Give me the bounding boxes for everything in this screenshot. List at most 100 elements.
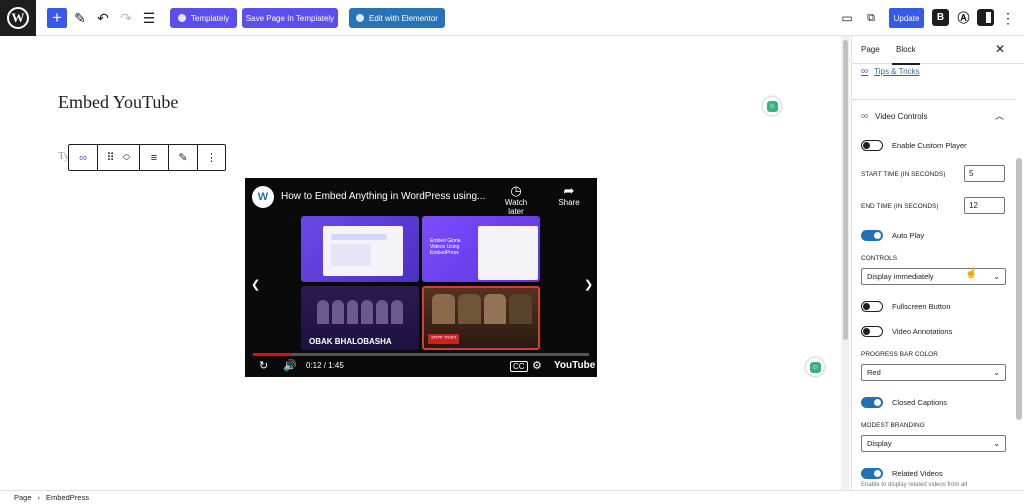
closed-captions-toggle[interactable]	[861, 397, 883, 408]
preview-device-icon[interactable]: ▭	[839, 8, 855, 28]
breadcrumb-page[interactable]: Page	[14, 493, 32, 502]
closed-captions-row: Closed Captions	[861, 397, 947, 408]
undo-icon[interactable]: ↶	[95, 8, 111, 28]
youtube-embed[interactable]: W How to Embed Anything in WordPress usi…	[245, 178, 597, 377]
end-time-input[interactable]: 12	[964, 197, 1005, 214]
youtube-logo[interactable]: YouTube	[554, 360, 595, 371]
controls-label: CONTROLS	[861, 255, 898, 262]
redo-icon[interactable]: ↷	[118, 8, 134, 28]
tab-page[interactable]: Page	[861, 45, 880, 54]
video-annotations-toggle[interactable]	[861, 326, 883, 337]
breadcrumb-current[interactable]: EmbedPress	[46, 493, 89, 502]
enable-custom-player-row: Enable Custom Player	[861, 140, 967, 151]
astra-icon[interactable]: Ⓐ	[955, 9, 972, 26]
share-label: Share	[558, 198, 580, 207]
auto-play-toggle[interactable]	[861, 230, 883, 241]
add-block-button[interactable]: +	[47, 8, 67, 28]
end-time-label: END TIME (IN SECONDS)	[861, 203, 939, 210]
wordpress-logo-icon[interactable]: W	[0, 0, 36, 36]
settings-gear-icon[interactable]: ⚙	[532, 359, 542, 372]
video-time: 0:12 / 1:45	[306, 361, 344, 370]
video-title[interactable]: How to Embed Anything in WordPress using…	[281, 191, 485, 202]
edit-with-elementor-label: Edit with Elementor	[369, 13, 438, 23]
thumbnail-text: Embed Gloria Videos Using EmbedPress	[430, 238, 461, 256]
video-thumbnail[interactable]: Embed Gloria Videos Using EmbedPress	[422, 216, 540, 282]
move-up-down-icon[interactable]: ︿ ﹀	[123, 149, 131, 166]
settings-sidebar-icon[interactable]	[977, 9, 994, 26]
blocksy-icon[interactable]: B	[932, 9, 949, 26]
thumbnail-text: OBAK BHALOBASHA	[309, 337, 392, 346]
drag-handle-icon[interactable]: ⠿	[106, 151, 114, 164]
edit-url-icon[interactable]: ✎	[169, 145, 198, 170]
templately-icon	[177, 14, 186, 22]
divider	[852, 99, 1016, 100]
sidebar-scrollbar[interactable]	[1016, 158, 1022, 420]
fullscreen-button-row: Fullscreen Button	[861, 301, 950, 312]
fullscreen-button-toggle[interactable]	[861, 301, 883, 312]
share-icon: ➦	[563, 183, 575, 198]
embedpress-icon: ∞	[861, 111, 869, 122]
video-annotations-label: Video Annotations	[892, 327, 953, 336]
edit-with-elementor-button[interactable]: Edit with Elementor	[349, 8, 445, 28]
video-controls-header[interactable]: ∞ Video Controls	[861, 111, 927, 122]
modest-branding-label: MODEST BRANDING	[861, 422, 925, 429]
embedpress-icon: ∞	[861, 66, 869, 77]
embedpress-block-icon[interactable]: ∞	[69, 145, 98, 170]
chevron-down-icon: ⌄	[993, 368, 1000, 377]
auto-play-label: Auto Play	[892, 231, 925, 240]
video-thumbnail[interactable]: OBAK BHALOBASHA	[301, 286, 419, 350]
progress-bar-color-value: Red	[867, 368, 881, 377]
update-button[interactable]: Update	[889, 8, 924, 28]
channel-avatar[interactable]: W	[252, 186, 274, 208]
progress-bar-color-select[interactable]: Red ⌄	[861, 364, 1006, 381]
view-post-icon[interactable]: ⧉	[863, 8, 879, 28]
enable-custom-player-label: Enable Custom Player	[892, 141, 967, 150]
save-in-templately-label: Save Page In Templately	[245, 13, 335, 23]
editor-toolbar: W + ✎ ↶ ↷ ☰ Templately Save Page In Temp…	[0, 0, 1024, 36]
video-controls-title: Video Controls	[875, 112, 928, 121]
chevron-down-icon: ⌄	[993, 272, 1000, 281]
pencil-tool-icon[interactable]: ✎	[72, 8, 88, 28]
controls-select[interactable]: Display immediately ⌄	[861, 268, 1006, 285]
more-options-icon[interactable]: ⋮	[198, 145, 225, 170]
fullscreen-button-label: Fullscreen Button	[892, 302, 951, 311]
chevron-down-icon: ⌄	[993, 439, 1000, 448]
tab-block[interactable]: Block	[892, 45, 920, 65]
next-arrow-icon[interactable]: ❯	[584, 278, 593, 291]
modest-branding-value: Display	[867, 439, 892, 448]
enable-custom-player-toggle[interactable]	[861, 140, 883, 151]
options-menu-icon[interactable]: ⋮	[1000, 8, 1016, 28]
closed-captions-label: Closed Captions	[892, 398, 948, 407]
move-block-group: ⠿ ︿ ﹀	[98, 145, 140, 170]
templately-button[interactable]: Templately	[170, 8, 237, 28]
captions-icon[interactable]: CC	[510, 361, 528, 372]
volume-icon[interactable]: 🔊	[283, 359, 297, 372]
video-annotations-row: Video Annotations	[861, 326, 952, 337]
watch-later-button[interactable]: ◷ Watch later	[498, 183, 534, 217]
controls-value: Display immediately	[867, 272, 934, 281]
chevron-up-icon[interactable]: ︿	[995, 109, 1004, 122]
modest-branding-select[interactable]: Display ⌄	[861, 435, 1006, 452]
start-time-input[interactable]: 5	[964, 165, 1005, 182]
related-videos-toggle[interactable]	[861, 468, 883, 479]
previous-arrow-icon[interactable]: ❮	[251, 278, 260, 291]
progress-bar[interactable]	[253, 353, 589, 356]
watch-later-label: Watch later	[504, 198, 528, 216]
related-videos-label: Related Videos	[892, 469, 943, 478]
save-in-templately-button[interactable]: Save Page In Templately	[242, 8, 338, 28]
tips-and-tricks-link[interactable]: ∞ Tips & Tricks	[861, 66, 920, 77]
sidebar-tabs: Page Block ✕	[852, 36, 1024, 65]
align-icon[interactable]: ≡	[140, 145, 169, 170]
page-title[interactable]: Embed YouTube	[58, 92, 178, 113]
share-button[interactable]: ➦ Share	[551, 183, 587, 208]
replay-icon[interactable]: ↻	[259, 359, 268, 372]
video-thumbnail[interactable]: বাংলা সংবাদ	[422, 286, 540, 350]
close-icon[interactable]: ✕	[995, 42, 1005, 56]
floating-robot-icon-2[interactable]: ☺	[806, 358, 824, 376]
canvas-scrollbar[interactable]	[841, 36, 850, 490]
floating-robot-icon[interactable]: ☺	[763, 97, 781, 115]
hand-cursor-icon: ☝	[965, 268, 978, 279]
clock-icon: ◷	[510, 183, 522, 198]
video-thumbnail[interactable]	[301, 216, 419, 282]
document-overview-icon[interactable]: ☰	[141, 8, 157, 28]
